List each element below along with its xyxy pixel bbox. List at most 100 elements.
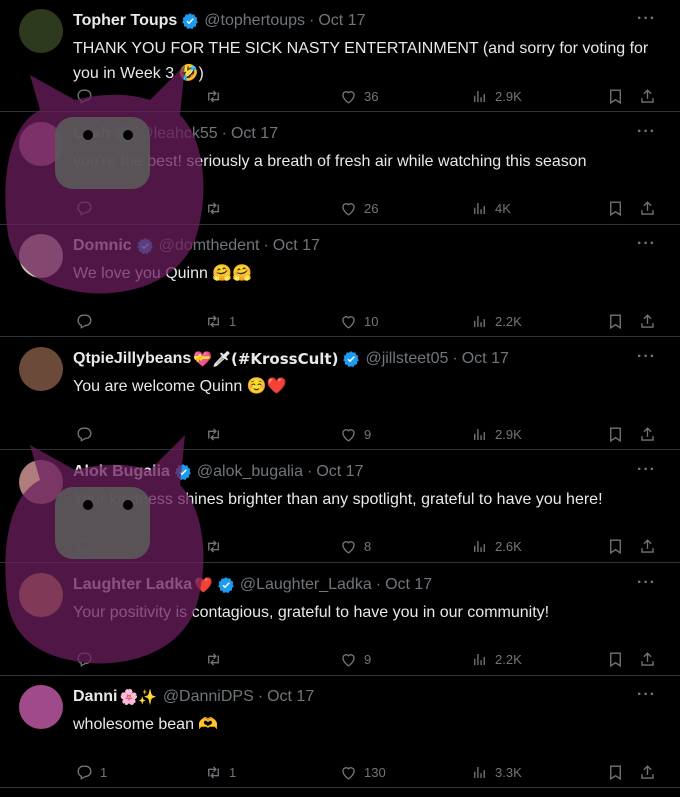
more-icon[interactable]: ··· — [637, 686, 656, 704]
more-icon[interactable]: ··· — [637, 348, 656, 366]
like-button[interactable]: 8 — [339, 536, 371, 558]
views-button[interactable]: 2.6K — [470, 536, 522, 558]
share-button[interactable] — [638, 761, 657, 783]
views-button[interactable]: 3.3K — [470, 761, 522, 783]
post-date[interactable]: Oct 17 — [267, 687, 314, 707]
bookmark-button[interactable] — [606, 85, 625, 107]
avatar[interactable] — [19, 9, 63, 53]
views-button[interactable]: 2.9K — [470, 423, 522, 445]
reply-button[interactable] — [75, 198, 100, 220]
retweet-button[interactable] — [204, 198, 229, 220]
user-handle[interactable]: @Laughter_Ladka — [240, 575, 372, 595]
tweet-reply[interactable]: Alok Bugalia @alok_bugalia · Oct 17 ··· Your … — [0, 451, 680, 563]
tweet-header: Danni 🌸✨ @DanniDPS · Oct 17 — [73, 687, 640, 707]
like-button[interactable]: 26 — [339, 198, 378, 220]
avatar[interactable] — [19, 347, 63, 392]
display-name[interactable]: Laughter Ladka — [73, 575, 192, 595]
display-name[interactable]: Topher Toups — [73, 11, 177, 31]
bookmark-button[interactable] — [606, 649, 625, 671]
retweet-button[interactable] — [204, 649, 229, 671]
views-icon — [474, 653, 485, 666]
like-button[interactable]: 36 — [339, 85, 378, 107]
user-handle[interactable]: @alok_bugalia — [197, 462, 303, 482]
share-button[interactable] — [638, 310, 657, 332]
post-date[interactable]: Oct 17 — [385, 575, 432, 595]
user-handle[interactable]: @leahck55 — [137, 124, 217, 144]
retweet-button[interactable] — [204, 423, 229, 445]
reply-button[interactable] — [75, 423, 100, 445]
like-button[interactable]: 130 — [339, 761, 386, 783]
display-name[interactable]: Danni — [73, 687, 117, 707]
tweet-reply[interactable]: Laughter Ladka ❤️ @Laughter_Ladka · Oct 17 ··… — [0, 564, 680, 676]
share-button[interactable] — [638, 85, 657, 107]
reply-button[interactable] — [75, 310, 100, 332]
avatar[interactable] — [19, 459, 63, 504]
views-button[interactable]: 4K — [470, 198, 511, 220]
tweet-reply[interactable]: Danni 🌸✨ @DanniDPS · Oct 17 ··· wholesome bean… — [0, 676, 680, 789]
retweet-button[interactable]: 1 — [204, 310, 236, 332]
post-date[interactable]: Oct 17 — [273, 236, 320, 256]
post-date[interactable]: Oct 17 — [462, 349, 509, 369]
post-date[interactable]: Oct 17 — [318, 11, 365, 31]
post-date[interactable]: Oct 17 — [231, 124, 278, 144]
bookmark-button[interactable] — [606, 310, 625, 332]
display-name[interactable]: QtpieJillybeans — [73, 349, 191, 369]
view-count: 2.9K — [495, 88, 522, 104]
display-name[interactable]: Domnic — [73, 236, 132, 256]
reply-icon — [77, 765, 92, 780]
display-name[interactable]: Alok Bugalia — [73, 462, 170, 482]
avatar[interactable] — [19, 121, 63, 166]
separator-dot: · — [307, 462, 313, 480]
tweet-reply[interactable]: Topher Toups @tophertoups · Oct 17 ··· THANK … — [0, 0, 680, 112]
views-button[interactable]: 2.2K — [470, 310, 522, 332]
display-name-extra: 🌸✨ — [119, 688, 157, 707]
user-handle[interactable]: @domthedent — [159, 236, 260, 256]
avatar[interactable] — [19, 572, 63, 617]
tweet-reply[interactable]: Leah @leahck55 · Oct 17 ··· you're the best! … — [0, 113, 680, 225]
share-button[interactable] — [638, 423, 657, 445]
bookmark-button[interactable] — [606, 536, 625, 558]
user-handle[interactable]: @tophertoups — [204, 11, 305, 31]
share-button[interactable] — [638, 536, 657, 558]
tweet-text: you're the best! seriously a breath of f… — [73, 152, 587, 170]
like-button[interactable]: 9 — [339, 423, 371, 445]
like-button[interactable]: 10 — [339, 310, 378, 332]
tweet-header: Alok Bugalia @alok_bugalia · Oct 17 — [73, 462, 640, 482]
display-name[interactable]: Leah — [73, 124, 110, 144]
more-icon[interactable]: ··· — [637, 123, 656, 141]
retweet-button[interactable]: 1 — [204, 761, 236, 783]
views-icon — [474, 766, 485, 778]
views-button[interactable]: 2.9K — [470, 85, 522, 107]
reply-button[interactable] — [75, 85, 100, 107]
more-icon[interactable]: ··· — [637, 235, 656, 253]
views-icon — [474, 428, 485, 440]
reply-button[interactable] — [75, 649, 100, 671]
views-button[interactable]: 2.2K — [470, 649, 522, 671]
more-icon[interactable]: ··· — [637, 461, 656, 479]
share-button[interactable] — [638, 649, 657, 671]
reply-button[interactable] — [75, 536, 100, 558]
tweet-text: Your positivity is contagious, grateful … — [73, 603, 550, 621]
separator-dot: · — [221, 124, 227, 142]
reply-feed: Topher Toups @tophertoups · Oct 17 ··· THANK … — [0, 0, 680, 797]
reply-button[interactable]: 1 — [75, 761, 107, 783]
avatar[interactable] — [19, 685, 63, 730]
bookmark-button[interactable] — [606, 423, 625, 445]
bookmark-button[interactable] — [606, 198, 625, 220]
like-count: 10 — [364, 313, 379, 329]
like-button[interactable]: 9 — [339, 649, 371, 671]
post-date[interactable]: Oct 17 — [316, 462, 363, 482]
user-handle[interactable]: @jillsteet05 — [365, 349, 448, 369]
share-button[interactable] — [638, 198, 657, 220]
user-handle[interactable]: @DanniDPS — [163, 687, 254, 707]
more-icon[interactable]: ··· — [637, 574, 656, 592]
avatar[interactable] — [19, 234, 63, 279]
tweet-reply[interactable]: QtpieJillybeans 💝🗡(#KrossCult) @jillsteet0… — [0, 338, 680, 451]
retweet-button[interactable] — [204, 85, 229, 107]
bookmark-button[interactable] — [606, 761, 625, 783]
tweet-reply[interactable]: Domnic @domthedent · Oct 17 ··· We love you Q… — [0, 225, 680, 338]
heart-icon — [342, 203, 355, 216]
separator-dot: · — [452, 350, 458, 368]
retweet-button[interactable] — [204, 536, 229, 558]
more-icon[interactable]: ··· — [637, 10, 656, 28]
